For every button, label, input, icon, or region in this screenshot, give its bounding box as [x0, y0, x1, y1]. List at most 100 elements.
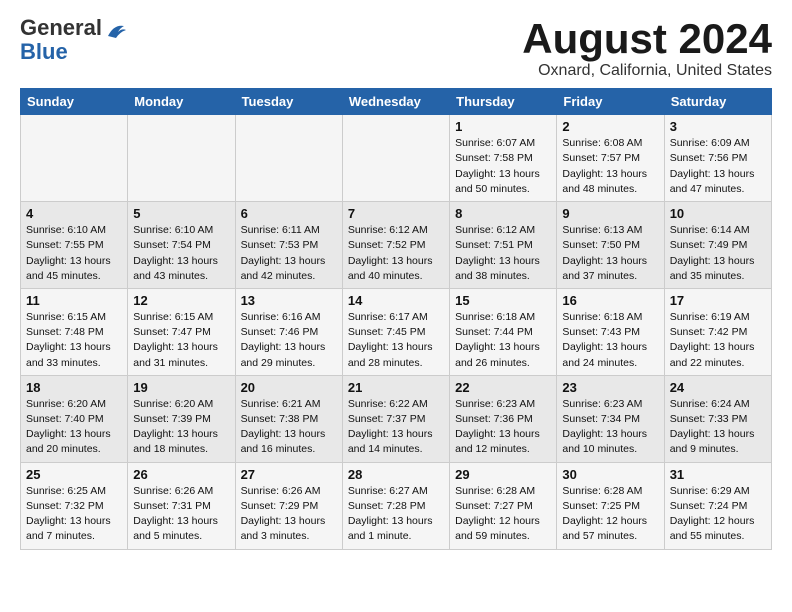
calendar-cell: 25Sunrise: 6:25 AM Sunset: 7:32 PM Dayli… — [21, 462, 128, 549]
cell-content: Sunrise: 6:09 AM Sunset: 7:56 PM Dayligh… — [670, 136, 766, 197]
day-number: 13 — [241, 293, 337, 308]
cell-content: Sunrise: 6:10 AM Sunset: 7:54 PM Dayligh… — [133, 223, 229, 284]
column-header-monday: Monday — [128, 89, 235, 115]
day-number: 3 — [670, 119, 766, 134]
day-number: 28 — [348, 467, 444, 482]
cell-content: Sunrise: 6:16 AM Sunset: 7:46 PM Dayligh… — [241, 310, 337, 371]
cell-content: Sunrise: 6:28 AM Sunset: 7:25 PM Dayligh… — [562, 484, 658, 545]
calendar-cell: 22 Sunrise: 6:23 AM Sunset: 7:36 PM Dayli… — [450, 375, 557, 462]
cell-content: Sunrise: 6:14 AM Sunset: 7:49 PM Dayligh… — [670, 223, 766, 284]
day-number: 9 — [562, 206, 658, 221]
cell-content: Sunrise: 6:23 AM Sunset: 7:36 PM Dayligh… — [455, 397, 551, 458]
day-number: 15 — [455, 293, 551, 308]
calendar-cell — [342, 115, 449, 202]
calendar-cell: 14Sunrise: 6:17 AM Sunset: 7:45 PM Dayli… — [342, 288, 449, 375]
cell-content: Sunrise: 6:08 AM Sunset: 7:57 PM Dayligh… — [562, 136, 658, 197]
week-row-4: 18 Sunrise: 6:20 AM Sunset: 7:40 PM Dayli… — [21, 375, 772, 462]
week-row-3: 11Sunrise: 6:15 AM Sunset: 7:48 PM Dayli… — [21, 288, 772, 375]
day-number: 2 — [562, 119, 658, 134]
cell-content: Sunrise: 6:20 AM Sunset: 7:39 PM Dayligh… — [133, 397, 229, 458]
column-header-thursday: Thursday — [450, 89, 557, 115]
day-number: 5 — [133, 206, 229, 221]
day-number: 24 — [670, 380, 766, 395]
calendar-cell: 13 Sunrise: 6:16 AM Sunset: 7:46 PM Dayli… — [235, 288, 342, 375]
day-number: 22 — [455, 380, 551, 395]
calendar-cell: 8 Sunrise: 6:12 AM Sunset: 7:51 PM Daylig… — [450, 202, 557, 289]
day-number: 8 — [455, 206, 551, 221]
calendar-table: SundayMondayTuesdayWednesdayThursdayFrid… — [20, 88, 772, 549]
day-number: 30 — [562, 467, 658, 482]
month-title: August 2024 — [522, 16, 772, 62]
day-number: 21 — [348, 380, 444, 395]
calendar-cell: 24 Sunrise: 6:24 AM Sunset: 7:33 PM Dayli… — [664, 375, 771, 462]
cell-content: Sunrise: 6:29 AM Sunset: 7:24 PM Dayligh… — [670, 484, 766, 545]
calendar-cell: 3 Sunrise: 6:09 AM Sunset: 7:56 PM Daylig… — [664, 115, 771, 202]
calendar-cell: 10Sunrise: 6:14 AM Sunset: 7:49 PM Dayli… — [664, 202, 771, 289]
calendar-cell: 17Sunrise: 6:19 AM Sunset: 7:42 PM Dayli… — [664, 288, 771, 375]
day-number: 20 — [241, 380, 337, 395]
cell-content: Sunrise: 6:25 AM Sunset: 7:32 PM Dayligh… — [26, 484, 122, 545]
calendar-cell: 7Sunrise: 6:12 AM Sunset: 7:52 PM Daylig… — [342, 202, 449, 289]
column-header-saturday: Saturday — [664, 89, 771, 115]
day-number: 1 — [455, 119, 551, 134]
calendar-cell: 11Sunrise: 6:15 AM Sunset: 7:48 PM Dayli… — [21, 288, 128, 375]
day-number: 11 — [26, 293, 122, 308]
calendar-cell — [21, 115, 128, 202]
cell-content: Sunrise: 6:19 AM Sunset: 7:42 PM Dayligh… — [670, 310, 766, 371]
cell-content: Sunrise: 6:12 AM Sunset: 7:51 PM Dayligh… — [455, 223, 551, 284]
day-number: 7 — [348, 206, 444, 221]
calendar-cell: 21 Sunrise: 6:22 AM Sunset: 7:37 PM Dayli… — [342, 375, 449, 462]
header-row: SundayMondayTuesdayWednesdayThursdayFrid… — [21, 89, 772, 115]
cell-content: Sunrise: 6:22 AM Sunset: 7:37 PM Dayligh… — [348, 397, 444, 458]
calendar-cell: 19 Sunrise: 6:20 AM Sunset: 7:39 PM Dayli… — [128, 375, 235, 462]
cell-content: Sunrise: 6:26 AM Sunset: 7:29 PM Dayligh… — [241, 484, 337, 545]
calendar-cell: 6 Sunrise: 6:11 AM Sunset: 7:53 PM Daylig… — [235, 202, 342, 289]
day-number: 6 — [241, 206, 337, 221]
cell-content: Sunrise: 6:10 AM Sunset: 7:55 PM Dayligh… — [26, 223, 122, 284]
calendar-cell — [128, 115, 235, 202]
subtitle: Oxnard, California, United States — [522, 62, 772, 80]
calendar-cell: 5 Sunrise: 6:10 AM Sunset: 7:54 PM Daylig… — [128, 202, 235, 289]
column-header-sunday: Sunday — [21, 89, 128, 115]
cell-content: Sunrise: 6:17 AM Sunset: 7:45 PM Dayligh… — [348, 310, 444, 371]
calendar-cell: 15Sunrise: 6:18 AM Sunset: 7:44 PM Dayli… — [450, 288, 557, 375]
cell-content: Sunrise: 6:23 AM Sunset: 7:34 PM Dayligh… — [562, 397, 658, 458]
cell-content: Sunrise: 6:24 AM Sunset: 7:33 PM Dayligh… — [670, 397, 766, 458]
calendar-cell: 18 Sunrise: 6:20 AM Sunset: 7:40 PM Dayli… — [21, 375, 128, 462]
calendar-cell: 28 Sunrise: 6:27 AM Sunset: 7:28 PM Dayli… — [342, 462, 449, 549]
column-header-friday: Friday — [557, 89, 664, 115]
calendar-cell: 9 Sunrise: 6:13 AM Sunset: 7:50 PM Daylig… — [557, 202, 664, 289]
logo-bird-icon — [106, 22, 128, 40]
calendar-cell: 31 Sunrise: 6:29 AM Sunset: 7:24 PM Dayli… — [664, 462, 771, 549]
column-header-wednesday: Wednesday — [342, 89, 449, 115]
calendar-cell: 4 Sunrise: 6:10 AM Sunset: 7:55 PM Daylig… — [21, 202, 128, 289]
calendar-cell: 2 Sunrise: 6:08 AM Sunset: 7:57 PM Daylig… — [557, 115, 664, 202]
cell-content: Sunrise: 6:20 AM Sunset: 7:40 PM Dayligh… — [26, 397, 122, 458]
column-header-tuesday: Tuesday — [235, 89, 342, 115]
day-number: 19 — [133, 380, 229, 395]
week-row-2: 4 Sunrise: 6:10 AM Sunset: 7:55 PM Daylig… — [21, 202, 772, 289]
cell-content: Sunrise: 6:18 AM Sunset: 7:43 PM Dayligh… — [562, 310, 658, 371]
calendar-cell — [235, 115, 342, 202]
day-number: 18 — [26, 380, 122, 395]
calendar-cell: 23Sunrise: 6:23 AM Sunset: 7:34 PM Dayli… — [557, 375, 664, 462]
day-number: 4 — [26, 206, 122, 221]
calendar-cell: 26 Sunrise: 6:26 AM Sunset: 7:31 PM Dayli… — [128, 462, 235, 549]
calendar-cell: 16 Sunrise: 6:18 AM Sunset: 7:43 PM Dayli… — [557, 288, 664, 375]
calendar-cell: 12Sunrise: 6:15 AM Sunset: 7:47 PM Dayli… — [128, 288, 235, 375]
day-number: 16 — [562, 293, 658, 308]
cell-content: Sunrise: 6:21 AM Sunset: 7:38 PM Dayligh… — [241, 397, 337, 458]
logo: General Blue — [20, 16, 128, 64]
calendar-cell: 30 Sunrise: 6:28 AM Sunset: 7:25 PM Dayli… — [557, 462, 664, 549]
cell-content: Sunrise: 6:26 AM Sunset: 7:31 PM Dayligh… — [133, 484, 229, 545]
cell-content: Sunrise: 6:28 AM Sunset: 7:27 PM Dayligh… — [455, 484, 551, 545]
logo-text: General Blue — [20, 16, 102, 64]
cell-content: Sunrise: 6:27 AM Sunset: 7:28 PM Dayligh… — [348, 484, 444, 545]
day-number: 26 — [133, 467, 229, 482]
cell-content: Sunrise: 6:13 AM Sunset: 7:50 PM Dayligh… — [562, 223, 658, 284]
calendar-cell: 29 Sunrise: 6:28 AM Sunset: 7:27 PM Dayli… — [450, 462, 557, 549]
cell-content: Sunrise: 6:11 AM Sunset: 7:53 PM Dayligh… — [241, 223, 337, 284]
day-number: 29 — [455, 467, 551, 482]
week-row-5: 25Sunrise: 6:25 AM Sunset: 7:32 PM Dayli… — [21, 462, 772, 549]
day-number: 31 — [670, 467, 766, 482]
